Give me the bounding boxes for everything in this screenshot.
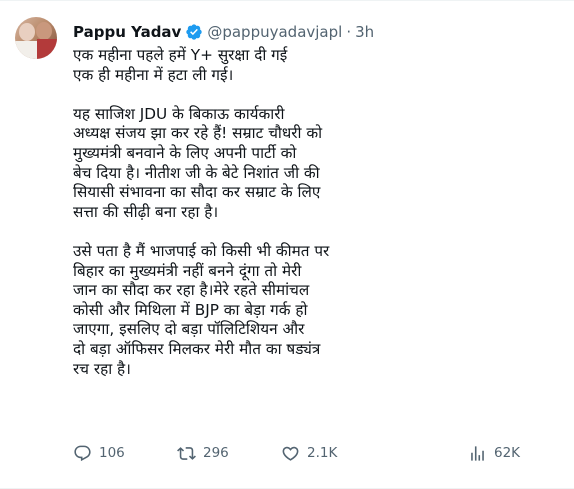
views-button[interactable]: 62K <box>468 441 520 465</box>
verified-badge-icon <box>186 24 203 40</box>
retweet-icon <box>177 446 196 460</box>
tweet-line: दो बड़ा ऑफिसर मिलकर मेरी मौत का षड्यंत्र <box>73 339 321 358</box>
like-icon <box>282 446 299 461</box>
tweet-line: सियासी संभावना का सौदा कर सम्राट के लिए <box>73 183 321 202</box>
separator-dot: · <box>346 23 352 41</box>
timestamp[interactable]: 3h <box>355 23 374 41</box>
like-button[interactable]: 2.1K <box>281 441 337 465</box>
author-name[interactable]: Pappu Yadav <box>73 23 181 41</box>
tweet-text: एक महीना पहले हमें Y+ सुरक्षा दी गई एक ह… <box>73 46 513 379</box>
tweet-line: कोसी और मिथिला में BJP का बेड़ा गर्क हो <box>73 300 308 319</box>
avatar[interactable] <box>15 17 57 59</box>
tweet-line: रच रहा है। <box>73 359 131 378</box>
tweet-line: जाएगा, इसलिए दो बड़ा पॉलिटिशियन और <box>73 320 305 339</box>
retweet-button[interactable]: 296 <box>177 441 229 465</box>
tweet-line: यह साजिश JDU के बिकाऊ कार्यकारी <box>73 104 285 123</box>
author-handle[interactable]: @pappuyadavjapl <box>207 23 342 41</box>
tweet-line: अध्यक्ष संजय झा कर रहे हैं! सम्राट चौधरी… <box>73 124 323 143</box>
tweet-line: बेच दिया है। नीतीश जी के बेटे निशांत जी … <box>73 163 320 182</box>
tweet-header: Pappu Yadav @pappuyadavjapl · 3h <box>73 20 374 44</box>
tweet-line: मुख्यमंत्री बनवाने के लिए अपनी पार्टी को <box>73 143 297 162</box>
tweet-line: बिहार का मुख्यमंत्री नहीं बनने दूंगा तो … <box>73 261 302 280</box>
view-count: 62K <box>494 445 521 461</box>
tweet-line: उसे पता है मैं भाजपाई को किसी भी कीमत पर <box>73 241 330 260</box>
tweet-line: जान का सौदा कर रहा है।मेरे रहते सीमांचल <box>73 281 310 300</box>
tweet-actions: 106 296 2.1K 62K <box>73 441 543 465</box>
reply-count: 106 <box>99 445 125 461</box>
reply-icon <box>74 445 91 461</box>
tweet-line: एक ही महीना में हटा ली गई। <box>73 65 234 84</box>
views-icon <box>471 445 484 461</box>
reply-button[interactable]: 106 <box>73 441 125 465</box>
like-count: 2.1K <box>307 445 338 461</box>
tweet[interactable]: Pappu Yadav @pappuyadavjapl · 3h एक महीन… <box>0 0 574 489</box>
tweet-line: सत्ता की सीढ़ी बना रहा है। <box>73 202 219 221</box>
tweet-line: एक महीना पहले हमें Y+ सुरक्षा दी गई <box>73 46 288 64</box>
retweet-count: 296 <box>203 445 229 461</box>
